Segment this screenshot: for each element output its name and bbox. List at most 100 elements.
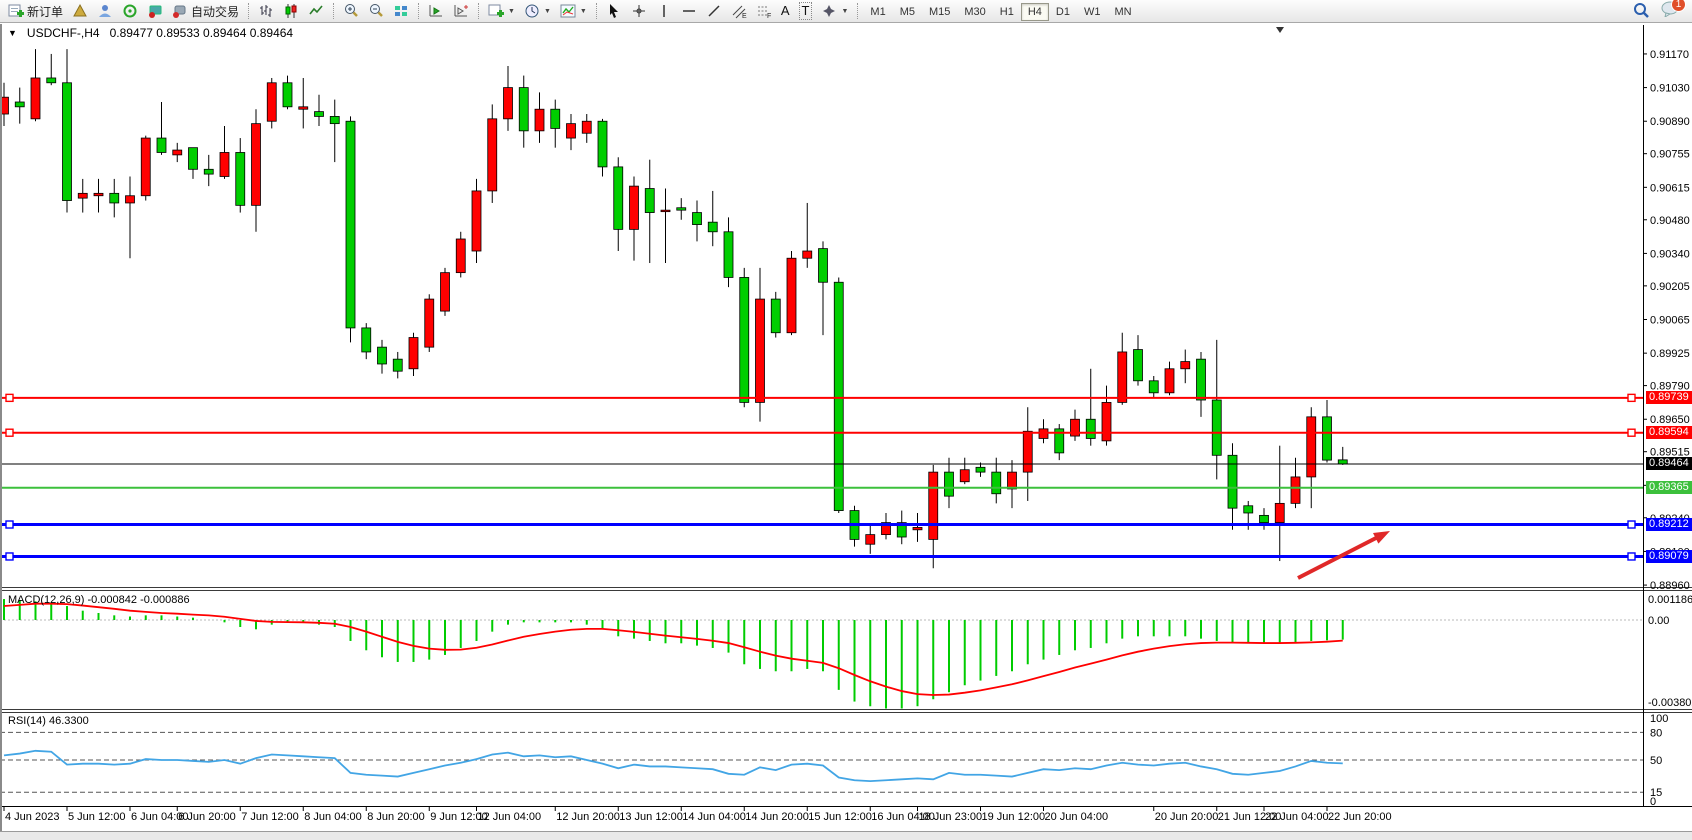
timeframe-m15-button[interactable]: M15 [922,3,957,21]
hline-price-tag[interactable]: 0.89079 [1646,550,1692,563]
indicators-button[interactable]: ▼ [556,1,591,21]
fibonacci-tool-button[interactable]: F [752,1,776,21]
candle [551,109,560,128]
candle [1102,402,1111,440]
equidistant-channel-tool-button[interactable]: E [727,1,751,21]
timeframe-group: M1M5M15M30H1H4D1W1MN [863,2,1138,21]
candle [315,112,324,117]
profiles-button[interactable] [68,1,92,21]
chart-title-bar[interactable]: ▼ USDCHF-,H4 0.89477 0.89533 0.89464 0.8… [8,26,293,40]
new-chart-button[interactable]: ▼ [484,1,519,21]
bar-chart-button[interactable] [254,1,278,21]
candle [598,121,607,167]
candle [787,258,796,333]
line-handle[interactable] [1628,521,1635,528]
text-tool-button[interactable]: A [777,1,794,21]
terminal-button[interactable] [143,1,167,21]
rsi-axis-label: 100 [1650,713,1668,725]
chart-shift-icon [453,3,469,19]
timeframe-mn-button[interactable]: MN [1107,3,1138,21]
hline-price-tag[interactable]: 0.89594 [1646,426,1692,439]
chevron-down-icon: ▼ [841,8,848,15]
line-handle[interactable] [1628,429,1635,436]
candle [1086,419,1095,438]
line-handle[interactable] [6,429,13,436]
chart-shift-button[interactable] [449,1,473,21]
hline-price-tag[interactable]: 0.89739 [1646,391,1692,404]
window-left-edge [0,24,2,831]
auto-trading-button[interactable]: 自动交易 [168,1,243,21]
candle [803,251,812,258]
text-label-tool-button[interactable]: T [795,1,817,21]
search-icon[interactable] [1632,2,1650,20]
chart-ohlc-values: 0.89477 0.89533 0.89464 0.89464 [110,26,294,40]
rsi-axis-label: 80 [1650,727,1662,739]
candle [1165,369,1174,393]
timeframe-w1-button[interactable]: W1 [1077,3,1108,21]
timeframe-h1-button[interactable]: H1 [993,3,1021,21]
hline-price-tag[interactable]: 0.89464 [1646,457,1692,470]
market-watch-button[interactable] [93,1,117,21]
line-chart-button[interactable] [304,1,328,21]
candle [535,109,544,131]
candle [409,338,418,369]
line-handle[interactable] [1628,394,1635,401]
chart-title-caret-icon[interactable]: ▼ [8,28,17,38]
candle [1291,477,1300,503]
crosshair-tool-button[interactable] [627,1,651,21]
candlestick-chart-button[interactable] [279,1,303,21]
line-handle[interactable] [6,394,13,401]
horizontal-line-tool-button[interactable] [677,1,701,21]
timeframe-m1-button[interactable]: M1 [863,3,892,21]
line-handle[interactable] [1628,553,1635,560]
candle [362,328,371,352]
text-label-icon: T [799,2,813,20]
candlestick-chart-icon [283,3,299,19]
vertical-line-tool-button[interactable] [652,1,676,21]
shapes-icon [821,3,837,19]
periods-button[interactable]: ▼ [520,1,555,21]
line-handle[interactable] [6,521,13,528]
hline-price-tag[interactable]: 0.89212 [1646,518,1692,531]
terminal-icon [147,3,163,19]
line-chart-icon [308,3,324,19]
candle [834,282,843,510]
price-chart[interactable]: 0.911700.910300.908900.907550.906150.904… [0,0,1692,839]
price-tick-label: 0.90065 [1650,315,1690,327]
new-order-label: 新订单 [27,3,63,20]
candle [645,189,654,213]
candle [567,124,576,138]
text-tool-icon: A [781,3,790,19]
timeframe-m30-button[interactable]: M30 [957,3,992,21]
candle [378,347,387,364]
trendline-tool-button[interactable] [702,1,726,21]
auto-scroll-button[interactable] [424,1,448,21]
cursor-tool-button[interactable] [602,1,626,21]
timeframe-m5-button[interactable]: M5 [893,3,922,21]
candle [1023,431,1032,472]
candle [189,148,198,170]
timeframe-d1-button[interactable]: D1 [1049,3,1077,21]
candle [740,277,749,402]
new-chart-icon [488,3,504,19]
tile-windows-button[interactable] [389,1,413,21]
toolbar-separator [248,3,249,19]
navigator-button[interactable] [118,1,142,21]
candle [582,121,591,133]
arrows-tool-button[interactable]: ▼ [817,1,852,21]
new-order-button[interactable]: 新订单 [4,1,67,21]
candle [1307,417,1316,477]
trendline-icon [706,3,722,19]
timeframe-h4-button[interactable]: H4 [1021,3,1049,21]
zoom-out-button[interactable] [364,1,388,21]
price-tick-label: 0.90480 [1650,215,1690,227]
price-tick-label: 0.89650 [1650,414,1690,426]
line-handle[interactable] [6,553,13,560]
zoom-in-button[interactable] [339,1,363,21]
candle [110,193,119,203]
price-tick-label: 0.90205 [1650,281,1690,293]
chat-button[interactable]: 1 [1660,1,1680,22]
hline-price-tag[interactable]: 0.89365 [1646,481,1692,494]
fibonacci-icon: F [756,3,772,19]
price-tick-label: 0.91170 [1650,49,1689,61]
